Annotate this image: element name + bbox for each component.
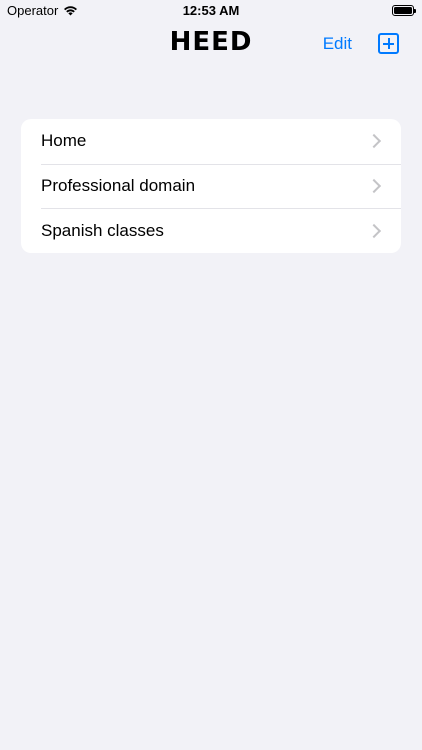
status-time: 12:53 AM xyxy=(182,3,240,18)
battery-fill xyxy=(394,7,412,14)
list-item-professional-domain[interactable]: Professional domain xyxy=(21,163,401,209)
chevron-right-icon xyxy=(366,223,382,238)
category-list: Home Professional domain Spanish classes xyxy=(21,119,401,254)
list-item-home[interactable]: Home xyxy=(21,119,401,164)
status-bar: Operator 12:53 AM xyxy=(0,0,422,22)
page-title: HEED xyxy=(169,27,253,57)
list-item-label: Spanish classes xyxy=(41,220,164,240)
list-item-label: Home xyxy=(41,131,87,151)
battery-nub xyxy=(414,9,416,13)
chevron-right-icon xyxy=(366,178,382,194)
battery-icon xyxy=(392,5,416,16)
chevron-right-icon xyxy=(366,134,382,149)
edit-button[interactable]: Edit xyxy=(323,34,352,54)
list-item-label: Professional domain xyxy=(41,176,196,196)
navigation-bar: HEED Edit xyxy=(0,22,422,66)
plus-square-icon[interactable] xyxy=(378,33,399,54)
list-item-spanish-classes[interactable]: Spanish classes xyxy=(21,208,401,253)
